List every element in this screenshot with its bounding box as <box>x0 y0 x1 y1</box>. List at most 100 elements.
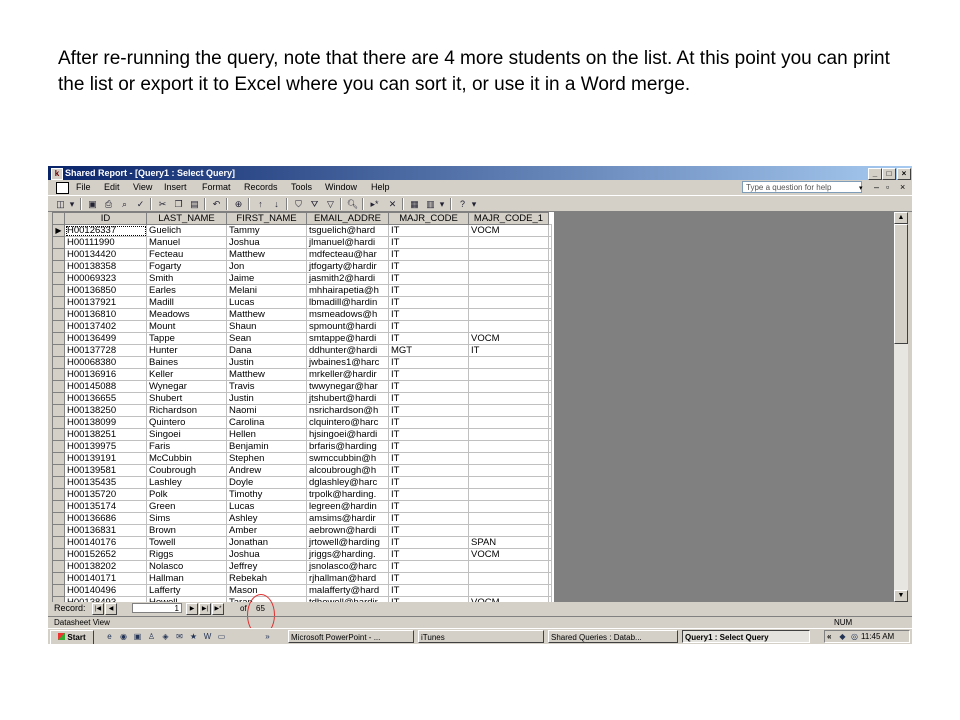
cell-majr-code-1[interactable] <box>468 296 549 309</box>
cell-email[interactable]: jtfogarty@hardir <box>306 260 389 273</box>
help-icon[interactable]: ? <box>456 198 469 210</box>
cell-majr-code[interactable]: IT <box>388 284 469 297</box>
cell-majr-code-1[interactable] <box>468 572 549 585</box>
cell-id[interactable]: H00138099 <box>64 416 147 429</box>
cell-majr-code-1[interactable] <box>468 404 549 417</box>
cell-majr-code-1[interactable] <box>468 500 549 513</box>
cell-first-name[interactable]: Tammy <box>226 224 307 237</box>
table-row[interactable]: H00139975 Faris Benjamin brfaris@harding IT <box>52 440 552 453</box>
cell-email[interactable]: jwbaines1@harc <box>306 356 389 369</box>
cell-majr-code-1[interactable] <box>468 320 549 333</box>
table-row[interactable]: H00138099 Quintero Carolina clquintero@harc… <box>52 416 552 429</box>
minimize-button[interactable]: _ <box>868 168 882 180</box>
cell-email[interactable]: smtappe@hardi <box>306 332 389 345</box>
apply-filter-icon[interactable]: ▽ <box>324 198 337 210</box>
tray-icon-2[interactable]: ◎ <box>849 631 860 642</box>
cell-last-name[interactable]: Riggs <box>146 548 227 561</box>
cell-id[interactable]: H00145088 <box>64 380 147 393</box>
scroll-down-icon[interactable]: ▼ <box>894 590 908 602</box>
cell-majr-code[interactable]: IT <box>388 356 469 369</box>
cell-majr-code-1[interactable]: VOCM <box>468 224 549 237</box>
cell-majr-code[interactable]: IT <box>388 224 469 237</box>
tray-expand[interactable]: « <box>827 631 831 642</box>
cell-majr-code[interactable]: IT <box>388 248 469 261</box>
cell-majr-code-1[interactable] <box>468 524 549 537</box>
cell-majr-code[interactable]: IT <box>388 572 469 585</box>
task-powerpoint[interactable]: Microsoft PowerPoint - ... <box>288 630 414 643</box>
cell-majr-code[interactable]: IT <box>388 500 469 513</box>
cell-email[interactable]: amsims@hardir <box>306 512 389 525</box>
row-selector[interactable] <box>52 332 65 345</box>
cell-email[interactable]: mhhairapetia@h <box>306 284 389 297</box>
hyperlink-icon[interactable]: ⊕ <box>232 198 245 210</box>
task-shared-queries[interactable]: Shared Queries : Datab... <box>548 630 678 643</box>
cell-first-name[interactable]: Travis <box>226 380 307 393</box>
cell-email[interactable]: jasmith2@hardi <box>306 272 389 285</box>
row-selector[interactable] <box>52 404 65 417</box>
table-row[interactable]: ▶ H00126337 Guelich Tammy tsguelich@hard IT VO… <box>52 224 552 237</box>
column-header-id[interactable]: ID <box>64 212 147 225</box>
cell-id[interactable]: H00135174 <box>64 500 147 513</box>
cell-majr-code[interactable]: IT <box>388 476 469 489</box>
cell-last-name[interactable]: Manuel <box>146 236 227 249</box>
cell-last-name[interactable]: McCubbin <box>146 452 227 465</box>
row-selector-header[interactable] <box>52 212 65 225</box>
last-record-icon[interactable]: ▶| <box>199 603 211 615</box>
cell-id[interactable]: H00134420 <box>64 248 147 261</box>
row-selector[interactable] <box>52 236 65 249</box>
cell-first-name[interactable]: Lucas <box>226 296 307 309</box>
cell-majr-code[interactable]: IT <box>388 488 469 501</box>
sort-descending-icon[interactable]: ↓ <box>270 198 283 210</box>
table-row[interactable]: H00140496 Lafferty Mason malafferty@hard IT <box>52 584 552 597</box>
cut-icon[interactable]: ✂ <box>156 198 169 210</box>
cell-last-name[interactable]: Green <box>146 500 227 513</box>
cell-first-name[interactable]: Rebekah <box>226 572 307 585</box>
row-selector[interactable] <box>52 284 65 297</box>
cell-id[interactable]: H00135720 <box>64 488 147 501</box>
menu-file[interactable]: File <box>76 180 91 195</box>
cell-majr-code[interactable]: IT <box>388 416 469 429</box>
row-selector[interactable] <box>52 548 65 561</box>
restore-button[interactable]: □ <box>882 168 896 180</box>
row-selector[interactable] <box>52 428 65 441</box>
row-selector[interactable] <box>52 308 65 321</box>
cell-majr-code[interactable]: IT <box>388 368 469 381</box>
cell-first-name[interactable]: Matthew <box>226 368 307 381</box>
row-selector[interactable] <box>52 272 65 285</box>
previous-record-icon[interactable]: ◀ <box>105 603 117 615</box>
row-selector[interactable] <box>52 368 65 381</box>
cell-majr-code-1[interactable] <box>468 284 549 297</box>
cell-majr-code-1[interactable] <box>468 452 549 465</box>
cell-majr-code-1[interactable] <box>468 356 549 369</box>
cell-last-name[interactable]: Earles <box>146 284 227 297</box>
new-record-icon[interactable]: ▸* <box>368 198 381 210</box>
column-header-majr-code[interactable]: MAJR_CODE <box>388 212 469 225</box>
quicklaunch-overflow[interactable]: » <box>262 631 273 642</box>
print-icon[interactable]: ⎙ <box>102 198 115 210</box>
cell-id[interactable]: H00136850 <box>64 284 147 297</box>
cell-email[interactable]: twwynegar@har <box>306 380 389 393</box>
cell-email[interactable]: trpolk@harding. <box>306 488 389 501</box>
cell-id[interactable]: H00138202 <box>64 560 147 573</box>
cell-email[interactable]: ddhunter@hardi <box>306 344 389 357</box>
table-row[interactable]: H00135720 Polk Timothy trpolk@harding. IT <box>52 488 552 501</box>
cell-email[interactable]: dglashley@harc <box>306 476 389 489</box>
window-icon[interactable]: ▭ <box>216 631 227 642</box>
cell-email[interactable]: jsnolasco@harc <box>306 560 389 573</box>
cell-email[interactable]: jtshubert@hardi <box>306 392 389 405</box>
cell-last-name[interactable]: Coubrough <box>146 464 227 477</box>
table-row[interactable]: H00136810 Meadows Matthew msmeadows@h IT <box>52 308 552 321</box>
document-icon[interactable] <box>56 182 69 194</box>
cell-email[interactable]: msmeadows@h <box>306 308 389 321</box>
scroll-up-icon[interactable]: ▲ <box>894 212 908 224</box>
cell-majr-code[interactable]: IT <box>388 392 469 405</box>
cell-email[interactable]: tsguelich@hard <box>306 224 389 237</box>
cell-majr-code-1[interactable] <box>468 464 549 477</box>
cell-majr-code-1[interactable] <box>468 488 549 501</box>
table-row[interactable]: H00139191 McCubbin Stephen swmccubbin@h IT <box>52 452 552 465</box>
cell-id[interactable]: H00111990 <box>64 236 147 249</box>
row-selector[interactable] <box>52 536 65 549</box>
cell-last-name[interactable]: Guelich <box>146 224 227 237</box>
cell-majr-code-1[interactable] <box>468 380 549 393</box>
cell-majr-code-1[interactable] <box>468 416 549 429</box>
